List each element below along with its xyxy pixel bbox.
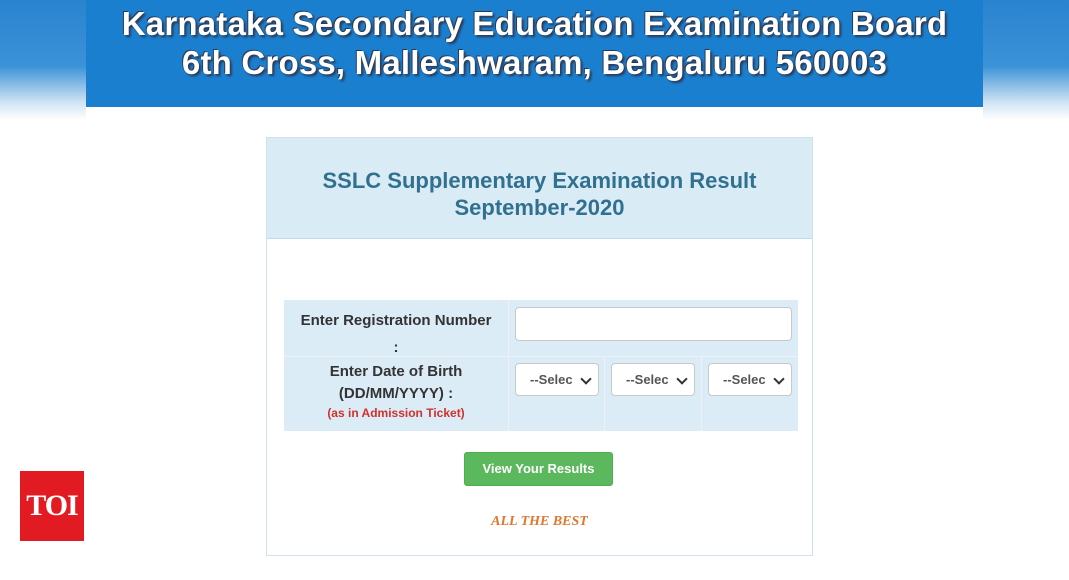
view-results-button[interactable]: View Your Results [464, 452, 613, 486]
day-select-value: --Select-- [530, 372, 572, 387]
all-the-best-text: ALL THE BEST [491, 514, 588, 529]
registration-label: Enter Registration Number : [284, 300, 509, 356]
toi-logo: TOI [20, 471, 84, 541]
month-select[interactable]: --Select-- [611, 363, 695, 396]
chevron-down-icon [676, 373, 688, 385]
result-form: Enter Registration Number : Enter Date o… [284, 300, 798, 431]
dob-row: Enter Date of Birth (DD/MM/YYYY) : (as i… [284, 357, 798, 431]
year-select-value: --Select-- [723, 372, 765, 387]
chevron-down-icon [580, 373, 592, 385]
board-address: 6th Cross, Malleshwaram, Bengaluru 56000… [181, 44, 888, 81]
page-title: SSLC Supplementary Examination Result Se… [267, 167, 812, 221]
card-header: SSLC Supplementary Examination Result Se… [267, 138, 812, 239]
board-name: Karnataka Secondary Education Examinatio… [121, 5, 948, 42]
dob-label: Enter Date of Birth (DD/MM/YYYY) : (as i… [284, 357, 509, 431]
registration-label-colon: : [393, 339, 399, 356]
chevron-down-icon [773, 373, 785, 385]
month-select-value: --Select-- [626, 372, 668, 387]
month-cell: --Select-- [605, 357, 702, 431]
dob-label-text: Enter Date of Birth [329, 363, 463, 380]
page: Karnataka Secondary Education Examinatio… [0, 0, 1069, 580]
day-cell: --Select-- [509, 357, 605, 431]
registration-row: Enter Registration Number : [284, 300, 798, 357]
dob-note: (as in Admission Ticket) [327, 406, 465, 420]
year-select[interactable]: --Select-- [708, 363, 792, 396]
year-cell: --Select-- [702, 357, 798, 431]
title-line-1: SSLC Supplementary Examination Result [322, 168, 757, 193]
dob-format-text: (DD/MM/YYYY) : [338, 385, 454, 402]
result-form-card: SSLC Supplementary Examination Result Se… [266, 137, 813, 556]
day-select[interactable]: --Select-- [515, 363, 599, 396]
header-backdrop-right [983, 0, 1069, 120]
registration-number-input[interactable] [515, 307, 792, 341]
registration-label-text: Enter Registration Number [300, 312, 492, 329]
header-backdrop-left [0, 0, 86, 120]
title-line-2: September-2020 [454, 195, 625, 220]
board-header: Karnataka Secondary Education Examinatio… [86, 0, 983, 107]
